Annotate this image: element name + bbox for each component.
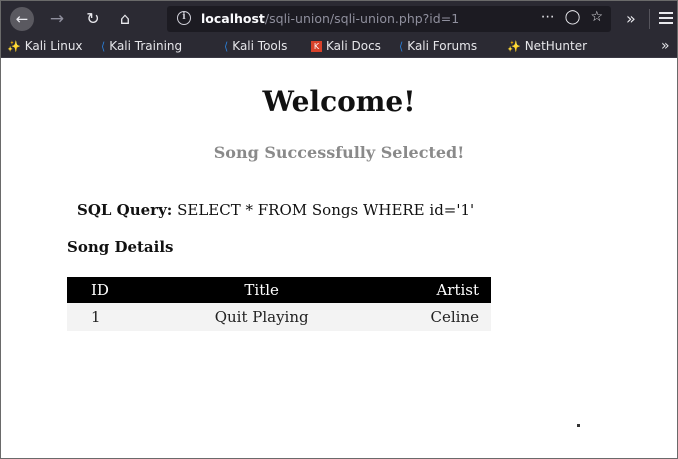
bookmark-label: Kali Linux xyxy=(24,39,83,53)
hamburger-menu-icon[interactable] xyxy=(659,9,673,24)
browser-toolbar: ← → ↻ ⌂ i localhost/sqli-union/sqli-unio… xyxy=(1,1,677,37)
column-header-title: Title xyxy=(181,277,405,303)
cell-artist: Celine xyxy=(404,303,491,331)
arrow-right-icon: → xyxy=(49,8,65,29)
song-details-table: ID Title Artist 1 Quit Playing Celine xyxy=(67,277,491,331)
cell-title: Quit Playing xyxy=(181,303,405,331)
url-host: localhost xyxy=(201,11,265,26)
bookmark-label: NetHunter xyxy=(524,39,588,53)
forward-button[interactable]: → xyxy=(45,7,69,31)
bookmark-kali-training[interactable]: ⟨ Kali Training xyxy=(101,39,182,53)
nethunter-icon: ✨ xyxy=(507,39,521,53)
bookmark-kali-linux[interactable]: ✨ Kali Linux xyxy=(7,39,83,53)
bookmark-kali-docs[interactable]: K Kali Docs xyxy=(311,39,381,53)
kali-dragon-icon: ⟨ xyxy=(224,39,229,53)
url-text[interactable]: localhost/sqli-union/sqli-union.php?id=1 xyxy=(201,11,459,26)
mouse-cursor xyxy=(577,424,580,427)
back-button[interactable]: ← xyxy=(10,7,34,31)
sql-query-text: SELECT * FROM Songs WHERE id='1' xyxy=(177,201,475,219)
home-icon: ⌂ xyxy=(119,9,131,28)
browser-window: ← → ↻ ⌂ i localhost/sqli-union/sqli-unio… xyxy=(0,0,678,459)
overflow-chevron-icon[interactable]: » xyxy=(626,9,636,28)
page-title: Welcome! xyxy=(262,85,416,118)
bookmark-kali-tools[interactable]: ⟨ Kali Tools xyxy=(224,39,287,53)
kali-dragon-icon: ⟨ xyxy=(399,39,404,53)
table-header-row: ID Title Artist xyxy=(67,277,491,303)
url-path: /sqli-union/sqli-union.php?id=1 xyxy=(264,11,460,26)
bookmark-label: Kali Tools xyxy=(232,39,288,53)
kali-docs-icon: K xyxy=(311,40,322,52)
kali-dragon-icon: ⟨ xyxy=(101,39,106,53)
column-header-artist: Artist xyxy=(404,277,491,303)
reload-button[interactable]: ↻ xyxy=(81,7,105,31)
info-icon[interactable]: i xyxy=(177,11,191,25)
bookmark-star-icon[interactable]: ☆ xyxy=(590,9,603,25)
kali-dragon-icon: ✨ xyxy=(7,39,21,53)
bookmark-label: Kali Training xyxy=(109,39,183,53)
page-content: Welcome! Song Successfully Selected! SQL… xyxy=(1,58,677,458)
toolbar-divider xyxy=(649,9,650,29)
sql-query-label: SQL Query: xyxy=(77,201,173,219)
column-header-id: ID xyxy=(67,277,181,303)
bookmarks-overflow-icon[interactable]: » xyxy=(661,38,670,54)
song-details-heading: Song Details xyxy=(67,238,174,256)
cell-id: 1 xyxy=(67,303,181,331)
reload-icon: ↻ xyxy=(86,9,100,28)
bookmark-nethunter[interactable]: ✨ NetHunter xyxy=(507,39,587,53)
bookmark-label: Kali Forums xyxy=(407,39,478,53)
pocket-icon[interactable]: ◯ xyxy=(565,9,581,25)
arrow-left-icon: ← xyxy=(15,9,29,28)
home-button[interactable]: ⌂ xyxy=(113,7,137,31)
bookmarks-bar: ✨ Kali Linux ⟨ Kali Training ⟨ Kali Tools K… xyxy=(1,37,677,58)
address-bar[interactable]: i localhost/sqli-union/sqli-union.php?id… xyxy=(167,6,611,32)
bookmark-label: Kali Docs xyxy=(326,39,381,53)
sql-query-line: SQL Query: SELECT * FROM Songs WHERE id=… xyxy=(77,201,474,219)
table-row: 1 Quit Playing Celine xyxy=(67,303,491,331)
status-message: Song Successfully Selected! xyxy=(213,143,465,162)
bookmark-kali-forums[interactable]: ⟨ Kali Forums xyxy=(399,39,477,53)
more-icon[interactable]: ⋯ xyxy=(541,9,555,25)
